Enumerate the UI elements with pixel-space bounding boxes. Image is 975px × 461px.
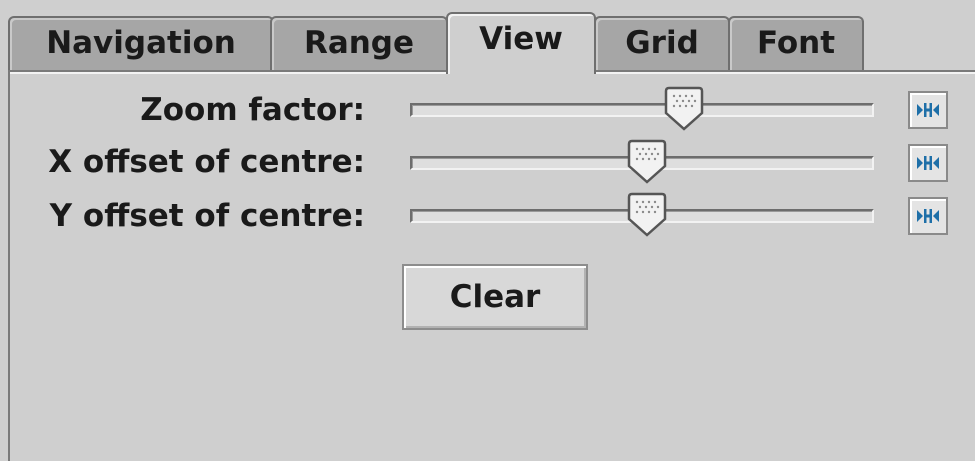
tab-font[interactable]: Font <box>728 16 864 70</box>
x-offset-reset-button[interactable] <box>908 144 948 182</box>
clear-button[interactable]: Clear <box>402 264 588 330</box>
reset-centre-icon <box>917 103 939 117</box>
x-offset-slider-thumb[interactable] <box>626 139 668 185</box>
tab-grid[interactable]: Grid <box>594 16 730 70</box>
zoom-factor-label: Zoom factor: <box>140 92 365 128</box>
tab-range[interactable]: Range <box>270 16 448 70</box>
y-offset-slider-thumb[interactable] <box>626 192 668 238</box>
x-offset-label: X offset of centre: <box>48 144 365 180</box>
zoom-factor-slider-track[interactable] <box>410 103 874 117</box>
tab-view[interactable]: View <box>446 12 596 74</box>
y-offset-reset-button[interactable] <box>908 197 948 235</box>
view-tab-panel: Zoom factor: X offset of centre: Y offse… <box>8 70 975 461</box>
reset-centre-icon <box>917 209 939 223</box>
y-offset-label: Y offset of centre: <box>49 198 365 234</box>
zoom-factor-slider-thumb[interactable] <box>663 86 705 132</box>
zoom-factor-reset-button[interactable] <box>908 91 948 129</box>
tab-navigation[interactable]: Navigation <box>8 16 274 70</box>
view-settings-window: Navigation Range View Grid Font Zoom fac… <box>0 0 975 461</box>
reset-centre-icon <box>917 156 939 170</box>
